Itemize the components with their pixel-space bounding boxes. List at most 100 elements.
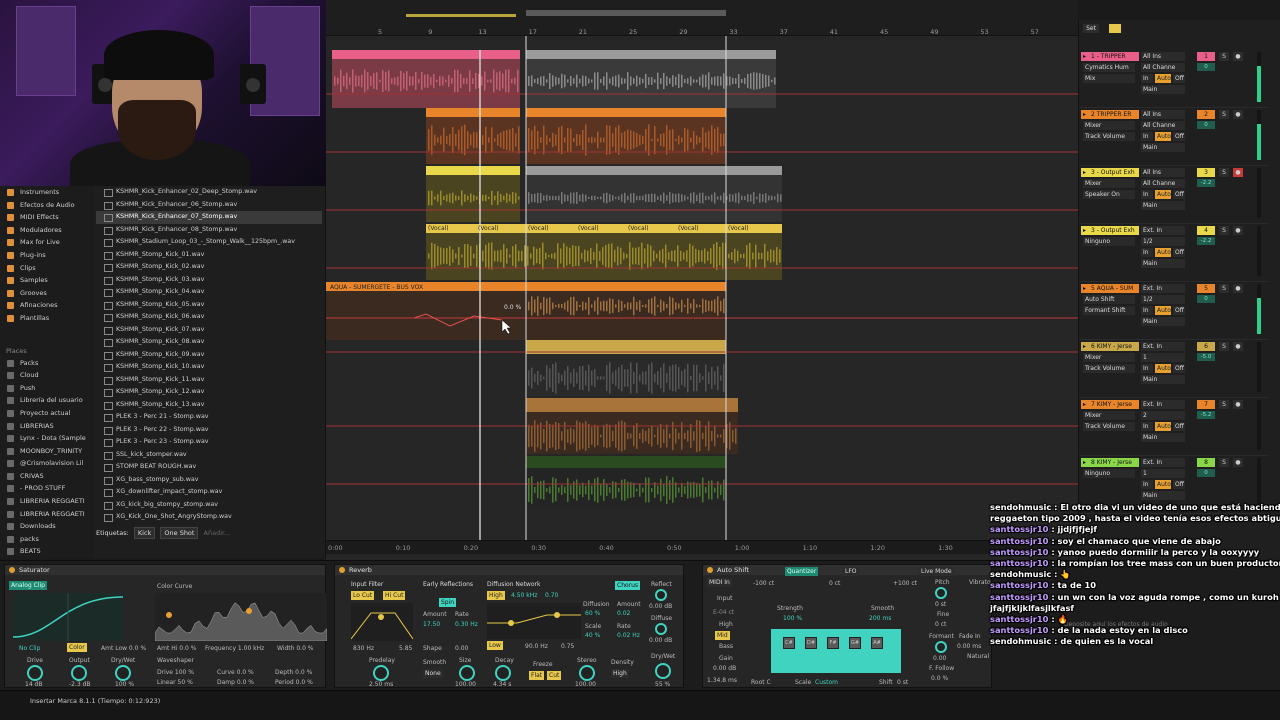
file-list-item[interactable]: KSHMR_Stomp_Kick_10.wav bbox=[96, 361, 322, 374]
file-list-item[interactable]: KSHMR_Stomp_Kick_13.wav bbox=[96, 399, 322, 412]
browser-category-item[interactable]: Efectos de Audio bbox=[0, 199, 94, 212]
monitor-in-button[interactable]: In bbox=[1141, 190, 1153, 199]
track-param-select[interactable]: Track Volume bbox=[1083, 364, 1135, 373]
track-input-select[interactable]: All Ins bbox=[1141, 52, 1185, 61]
saturator-mode[interactable]: Analog Clip bbox=[9, 581, 47, 590]
track-number[interactable]: 7 bbox=[1197, 400, 1215, 409]
set-button[interactable]: Set bbox=[1083, 24, 1099, 33]
reverb-drywet-knob[interactable] bbox=[655, 663, 671, 679]
monitor-off-button[interactable]: Off bbox=[1173, 306, 1185, 315]
track-device-select[interactable]: Mixer bbox=[1083, 121, 1135, 130]
track-output-select[interactable]: Main bbox=[1141, 201, 1185, 210]
lfo-tab[interactable]: LFO bbox=[843, 567, 859, 576]
track-volume[interactable]: -5.0 bbox=[1197, 353, 1215, 361]
arm-button[interactable]: ● bbox=[1233, 52, 1243, 61]
browser-category-item[interactable]: Grooves bbox=[0, 287, 94, 300]
solo-button[interactable]: S bbox=[1219, 400, 1229, 409]
track-volume[interactable]: 0 bbox=[1197, 469, 1215, 477]
track-channel-select[interactable]: 1 bbox=[1141, 469, 1185, 478]
track-header[interactable]: 3 - Output ExhExt. In 1/2 Ninguno InAutoOff… bbox=[1079, 224, 1269, 282]
chorus-toggle[interactable]: Chorus bbox=[615, 581, 641, 590]
ws-curve[interactable]: Curve 0.0 % bbox=[217, 669, 254, 676]
browser-category-item[interactable]: Plantillas bbox=[0, 312, 94, 325]
monitor-off-button[interactable]: Off bbox=[1173, 132, 1185, 141]
track-input-select[interactable]: Ext. In bbox=[1141, 400, 1185, 409]
loop-marker[interactable] bbox=[406, 14, 516, 17]
monitor-off-button[interactable]: Off bbox=[1173, 480, 1185, 489]
pitch-knob[interactable] bbox=[935, 587, 947, 599]
track-volume[interactable]: 0 bbox=[1197, 295, 1215, 303]
automation-arm-button[interactable] bbox=[1109, 24, 1121, 33]
monitor-off-button[interactable]: Off bbox=[1173, 422, 1185, 431]
arm-button[interactable]: ● bbox=[1233, 226, 1243, 235]
ffollow-value[interactable]: 0.0 % bbox=[931, 675, 948, 682]
density-select[interactable]: High bbox=[611, 669, 629, 678]
file-list-item[interactable]: KSHMR_Stomp_Kick_11.wav bbox=[96, 374, 322, 387]
file-list-item[interactable]: PLEK 3 - Perc 22 - Stomp.wav bbox=[96, 424, 322, 437]
track-channel-select[interactable]: 1/2 bbox=[1141, 237, 1185, 246]
track-number[interactable]: 2 bbox=[1197, 110, 1215, 119]
monitor-off-button[interactable]: Off bbox=[1173, 364, 1185, 373]
browser-category-item[interactable]: Samples bbox=[0, 274, 94, 287]
track-header[interactable]: 6 KIMY - JerseExt. In 1 Mixer Track Volume I… bbox=[1079, 340, 1269, 398]
fine-value[interactable]: 0 ct bbox=[935, 621, 946, 628]
monitor-auto-button[interactable]: Auto bbox=[1155, 364, 1171, 373]
track-header[interactable]: 7 KIMY - JerseExt. In 2 Mixer Track Volume I… bbox=[1079, 398, 1269, 456]
places-item[interactable]: LIBRERIA REGGAETI bbox=[0, 495, 94, 508]
ws-drive[interactable]: Drive 100 % bbox=[157, 669, 194, 676]
amt-hi-label[interactable]: Amt Hi 0.0 % bbox=[157, 645, 196, 652]
file-list-item[interactable]: STOMP BEAT ROUGH.wav bbox=[96, 461, 322, 474]
file-list-item[interactable]: KSHMR_Stomp_Kick_08.wav bbox=[96, 336, 322, 349]
band-bass[interactable]: Bass bbox=[719, 643, 733, 650]
track-output-select[interactable]: Main bbox=[1141, 143, 1185, 152]
spin-toggle[interactable]: Spin bbox=[439, 598, 457, 607]
track-channel-select[interactable]: 2 bbox=[1141, 411, 1185, 420]
file-list-item[interactable]: XG_kick_big_stompy_stomp.wav bbox=[96, 499, 322, 512]
reverb-device[interactable]: Reverb Input Filter Lo Cut Hi Cut 830 Hz… bbox=[334, 564, 684, 688]
monitor-in-button[interactable]: In bbox=[1141, 306, 1153, 315]
track-output-select[interactable]: Main bbox=[1141, 375, 1185, 384]
arrangement-view[interactable]: 5 9 13 17 21 25 29 33 37 41 45 49 53 57 bbox=[326, 0, 1078, 560]
flat-toggle[interactable]: Flat bbox=[529, 671, 545, 680]
file-list-item[interactable]: KSHMR_Stomp_Kick_09.wav bbox=[96, 349, 322, 362]
arm-button[interactable]: ● bbox=[1233, 342, 1243, 351]
shape-value[interactable]: 0.00 bbox=[455, 645, 468, 652]
browser-category-item[interactable]: Instruments bbox=[0, 186, 94, 199]
track-header[interactable]: 5 AQUA - SUMExt. In 1/2 Auto Shift Formant … bbox=[1079, 282, 1269, 340]
browser-category-item[interactable]: Plug-ins bbox=[0, 249, 94, 262]
drywet-knob[interactable] bbox=[115, 665, 131, 681]
cut-toggle[interactable]: Cut bbox=[547, 671, 562, 680]
diffuse-knob[interactable] bbox=[655, 623, 667, 635]
file-list-item[interactable]: KSHMR_Kick_Enhancer_02_Deep_Stomp.wav bbox=[96, 186, 322, 199]
browser-category-item[interactable]: Max for Live bbox=[0, 236, 94, 249]
track-channel-select[interactable]: 1/2 bbox=[1141, 295, 1185, 304]
monitor-off-button[interactable]: Off bbox=[1173, 190, 1185, 199]
track-volume[interactable]: -5.2 bbox=[1197, 411, 1215, 419]
monitor-auto-button[interactable]: Auto bbox=[1155, 422, 1171, 431]
track-name[interactable]: 3 - Output Exh bbox=[1081, 226, 1139, 235]
monitor-in-button[interactable]: In bbox=[1141, 422, 1153, 431]
track-channel-select[interactable]: 1 bbox=[1141, 353, 1185, 362]
track-device-select[interactable]: Mixer bbox=[1083, 179, 1135, 188]
monitor-in-button[interactable]: In bbox=[1141, 364, 1153, 373]
drive-knob[interactable] bbox=[27, 665, 43, 681]
track-header[interactable]: 3 - Output ExhAll Ins All Channe Mixer Spea… bbox=[1079, 166, 1269, 224]
track-device-select[interactable]: Cymatics Hum bbox=[1083, 63, 1135, 72]
solo-button[interactable]: S bbox=[1219, 342, 1229, 351]
file-list-item[interactable]: KSHMR_Stomp_Kick_07.wav bbox=[96, 324, 322, 337]
places-item[interactable]: LIBRERIA REGGAETI bbox=[0, 508, 94, 521]
solo-button[interactable]: S bbox=[1219, 110, 1229, 119]
track-device-select[interactable]: Auto Shift bbox=[1083, 295, 1135, 304]
time-ruler[interactable]: 0:00 0:10 0:20 0:30 0:40 0:50 1:00 1:10 1:20 1:30 bbox=[326, 540, 1078, 554]
track-volume[interactable]: -2.2 bbox=[1197, 179, 1215, 187]
arm-button[interactable]: ● bbox=[1233, 458, 1243, 467]
smooth-value[interactable]: 200 ms bbox=[869, 615, 891, 622]
band-mid[interactable]: Mid bbox=[715, 631, 730, 640]
track-name[interactable]: 5 AQUA - SUM bbox=[1081, 284, 1139, 293]
track-volume[interactable]: 0 bbox=[1197, 121, 1215, 129]
monitor-off-button[interactable]: Off bbox=[1173, 248, 1185, 257]
track-param-select[interactable]: Track Volume bbox=[1083, 422, 1135, 431]
track-header[interactable]: 1 - TRIPPERAll Ins All Channe Cymatics Hum… bbox=[1079, 50, 1269, 108]
clip-mode-label[interactable]: No Clip bbox=[19, 645, 40, 652]
root-label[interactable]: Root C bbox=[751, 679, 771, 686]
